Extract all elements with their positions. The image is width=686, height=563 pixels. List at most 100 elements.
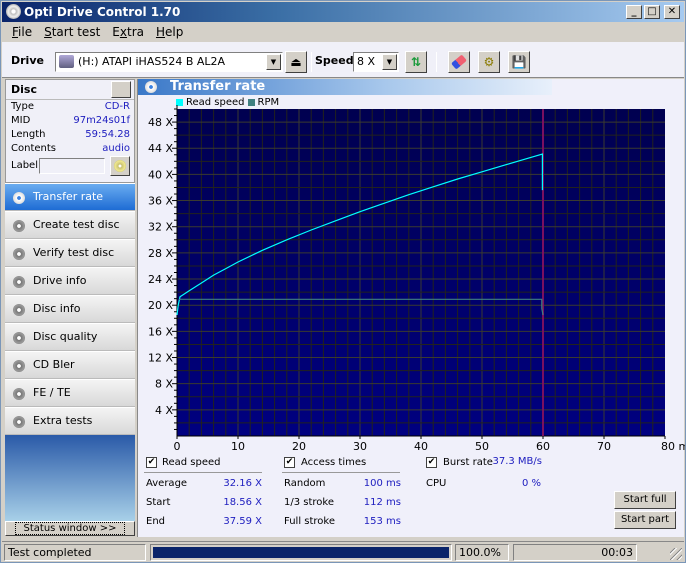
drive-select[interactable]: (H:) ATAPI iHAS524 B AL2A ▼ <box>55 52 283 72</box>
x-tick-label: 70 <box>597 440 611 453</box>
save-icon: 💾 <box>511 55 527 69</box>
minimize-button[interactable]: _ <box>626 5 642 19</box>
disc-label-label: Label <box>11 160 38 171</box>
verify-disc-icon <box>13 248 25 260</box>
x-tick-label: 20 <box>292 440 306 453</box>
nav-disc-info[interactable]: Disc info <box>5 295 135 323</box>
start-value: 18.56 X <box>223 497 262 508</box>
nav-verify-test-disc[interactable]: Verify test disc <box>5 239 135 267</box>
speed-label: Speed <box>315 54 354 67</box>
disc-contents-row: Contents audio <box>6 142 134 156</box>
app-icon <box>6 4 21 19</box>
status-text: Test completed <box>4 544 146 561</box>
maximize-button[interactable]: □ <box>644 5 660 19</box>
nav-transfer-rate[interactable]: Transfer rate <box>5 183 135 211</box>
chevron-down-icon[interactable]: ▼ <box>382 54 397 70</box>
y-tick-label: 16 X <box>148 325 173 338</box>
nav-label: Disc info <box>33 302 81 315</box>
refresh-icon: ⇅ <box>410 55 422 69</box>
y-tick-label: 36 X <box>148 195 173 208</box>
nav-extra-tests[interactable]: Extra tests <box>5 407 135 435</box>
save-button[interactable]: 💾 <box>508 51 530 73</box>
status-window-button[interactable]: Status window >> <box>5 521 135 536</box>
menu-bar: File Start test Extra Help <box>2 23 684 41</box>
random-value: 100 ms <box>363 478 401 489</box>
nav-filler <box>5 435 135 521</box>
menu-file[interactable]: File <box>6 23 38 41</box>
nav-cd-bler[interactable]: CD Bler <box>5 351 135 379</box>
disc-type-row: Type CD-R <box>6 100 134 114</box>
disc-label-input[interactable] <box>39 158 105 174</box>
nav-label: Create test disc <box>33 218 120 231</box>
nav-fe-te[interactable]: FE / TE <box>5 379 135 407</box>
toolbar-separator <box>311 52 312 72</box>
app-window: Opti Drive Control 1.70 _ □ ✕ File Start… <box>0 0 686 563</box>
x-tick-label: 10 <box>231 440 245 453</box>
refresh-button[interactable]: ⇅ <box>405 51 427 73</box>
toolbar: Drive (H:) ATAPI iHAS524 B AL2A ▼ ⏏ Spee… <box>2 42 684 78</box>
disc-length-value: 59:54.28 <box>85 129 130 140</box>
y-tick-label: 24 X <box>148 273 173 286</box>
elapsed-time: 00:03 <box>513 544 637 561</box>
cd-bler-icon <box>13 360 25 372</box>
toolbar-separator <box>436 52 437 72</box>
disc-panel: Disc Type CD-R MID 97m24s01f Length 59:54.2… <box>5 79 135 183</box>
chevron-down-icon[interactable]: ▼ <box>266 54 281 70</box>
end-label: End <box>146 516 166 527</box>
disc-label-row: Label <box>6 156 134 178</box>
transfer-rate-chart: 4 X 8 X 12 X 16 X 20 X 24 X 28 X 32 X 36 X 40 X 44… <box>148 105 685 453</box>
write-label-button[interactable] <box>110 156 130 176</box>
y-tick-label: 32 X <box>148 221 173 234</box>
status-bar: Test completed 100.0% 00:03 <box>2 541 684 562</box>
divider <box>282 472 400 473</box>
resize-grip[interactable] <box>670 548 682 560</box>
y-tick-label: 20 X <box>148 299 173 312</box>
y-tick-label: 12 X <box>148 352 173 365</box>
x-tick-label: 0 <box>174 440 181 453</box>
sidebar: Disc Type CD-R MID 97m24s01f Length 59:54.2… <box>5 79 135 539</box>
third-stroke-label: 1/3 stroke <box>284 497 334 508</box>
read-speed-checkbox[interactable]: ✔ <box>146 457 157 468</box>
nav-label: Verify test disc <box>33 246 115 259</box>
x-tick-label: 30 <box>353 440 367 453</box>
random-label: Random <box>284 478 326 489</box>
create-disc-icon <box>13 220 25 232</box>
speed-select[interactable]: 8 X ▼ <box>353 52 399 72</box>
nav-create-test-disc[interactable]: Create test disc <box>5 211 135 239</box>
disc-length-row: Length 59:54.28 <box>6 128 134 142</box>
menu-help[interactable]: Help <box>150 23 189 41</box>
close-button[interactable]: ✕ <box>664 5 680 19</box>
x-tick-label: 40 <box>414 440 428 453</box>
average-value: 32.16 X <box>223 478 262 489</box>
drive-label: Drive <box>11 54 44 67</box>
status-window-label: Status window >> <box>14 522 126 535</box>
start-part-button[interactable]: Start part <box>614 511 676 529</box>
nav-disc-quality[interactable]: Disc quality <box>5 323 135 351</box>
erase-button[interactable] <box>448 51 470 73</box>
settings-button[interactable]: ⚙ <box>478 51 500 73</box>
nav-label: Extra tests <box>33 414 93 427</box>
eject-button[interactable]: ⏏ <box>285 51 307 73</box>
nav-drive-info[interactable]: Drive info <box>5 267 135 295</box>
drive-value: (H:) ATAPI iHAS524 B AL2A <box>78 55 226 68</box>
start-full-button[interactable]: Start full <box>614 491 676 509</box>
nav-label: FE / TE <box>33 386 71 399</box>
burst-rate-checkbox[interactable]: ✔ <box>426 457 437 468</box>
transfer-rate-icon <box>13 192 25 204</box>
y-tick-label: 44 X <box>148 142 173 155</box>
x-tick-label: 60 <box>536 440 550 453</box>
fe-te-icon <box>13 388 25 400</box>
progress-fill <box>153 547 449 558</box>
access-times-label: Access times <box>301 457 367 468</box>
access-times-checkbox[interactable]: ✔ <box>284 457 295 468</box>
menu-start-test[interactable]: Start test <box>38 23 106 41</box>
disc-mid-row: MID 97m24s01f <box>6 114 134 128</box>
disc-panel-toggle-button[interactable] <box>111 81 131 98</box>
disc-mid-label: MID <box>11 115 31 126</box>
stats-panel: ✔ Read speed Average 32.16 X Start 18.56… <box>138 453 685 537</box>
y-tick-label: 28 X <box>148 247 173 260</box>
cd-icon <box>114 160 126 172</box>
menu-extra[interactable]: Extra <box>106 23 150 41</box>
read-speed-label: Read speed <box>162 457 221 468</box>
third-stroke-value: 112 ms <box>363 497 401 508</box>
